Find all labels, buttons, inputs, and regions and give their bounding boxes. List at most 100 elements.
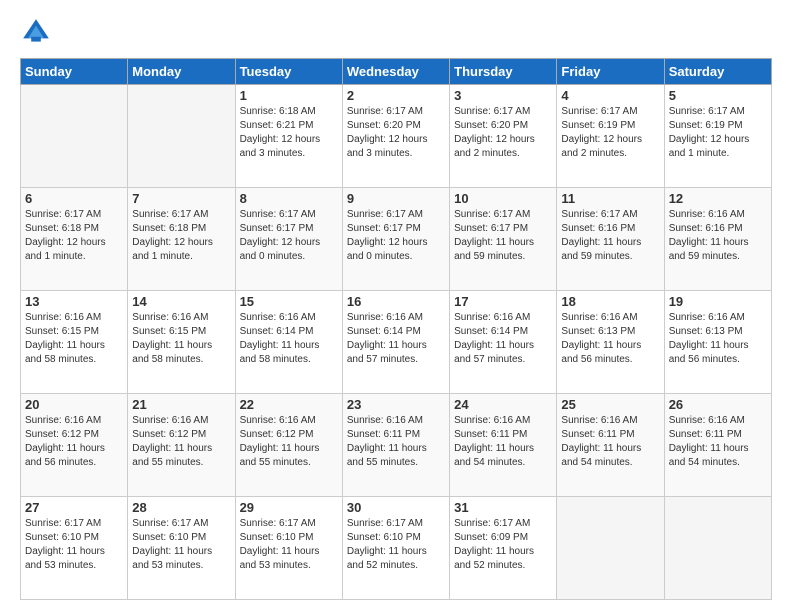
day-info: Sunrise: 6:18 AMSunset: 6:21 PMDaylight:… — [240, 105, 338, 161]
day-info: Sunrise: 6:16 AMSunset: 6:11 PMDaylight:… — [561, 414, 659, 470]
day-number: 29 — [240, 500, 338, 515]
calendar-day: 19 Sunrise: 6:16 AMSunset: 6:13 PMDayligh… — [664, 291, 771, 394]
calendar-day: 3 Sunrise: 6:17 AMSunset: 6:20 PMDaylight… — [450, 85, 557, 188]
day-info: Sunrise: 6:17 AMSunset: 6:10 PMDaylight:… — [25, 517, 123, 573]
calendar-day: 28 Sunrise: 6:17 AMSunset: 6:10 PMDayligh… — [128, 497, 235, 600]
calendar-day: 15 Sunrise: 6:16 AMSunset: 6:14 PMDayligh… — [235, 291, 342, 394]
day-info: Sunrise: 6:17 AMSunset: 6:10 PMDaylight:… — [347, 517, 445, 573]
calendar-day: 22Sunrise: 6:16 AMSunset: 6:12 PMDayligh… — [235, 394, 342, 497]
day-number: 8 — [240, 191, 338, 206]
day-info: Sunrise: 6:16 AMSunset: 6:11 PMDaylight:… — [347, 414, 445, 470]
day-info: Sunrise: 6:16 AMSunset: 6:15 PMDaylight:… — [25, 311, 123, 367]
calendar-day: 23 Sunrise: 6:16 AMSunset: 6:11 PMDayligh… — [342, 394, 449, 497]
calendar-day: 10 Sunrise: 6:17 AMSunset: 6:17 PMDayligh… — [450, 188, 557, 291]
calendar-day: 2Sunrise: 6:17 AMSunset: 6:20 PMDaylight… — [342, 85, 449, 188]
day-number: 16 — [347, 294, 445, 309]
calendar-day: 8 Sunrise: 6:17 AMSunset: 6:17 PMDaylight… — [235, 188, 342, 291]
day-info: Sunrise: 6:16 AMSunset: 6:11 PMDaylight:… — [669, 414, 767, 470]
day-header-tuesday: Tuesday — [235, 59, 342, 85]
calendar-day — [128, 85, 235, 188]
day-number: 5 — [669, 88, 767, 103]
calendar-day: 7Sunrise: 6:17 AMSunset: 6:18 PMDaylight… — [128, 188, 235, 291]
day-number: 1 — [240, 88, 338, 103]
day-header-friday: Friday — [557, 59, 664, 85]
logo-icon — [20, 16, 52, 48]
calendar-day: 9Sunrise: 6:17 AMSunset: 6:17 PMDaylight… — [342, 188, 449, 291]
day-number: 19 — [669, 294, 767, 309]
day-info: Sunrise: 6:17 AMSunset: 6:09 PMDaylight:… — [454, 517, 552, 573]
day-number: 3 — [454, 88, 552, 103]
calendar-day: 16 Sunrise: 6:16 AMSunset: 6:14 PMDayligh… — [342, 291, 449, 394]
calendar-day: 5 Sunrise: 6:17 AMSunset: 6:19 PMDaylight… — [664, 85, 771, 188]
calendar-day — [557, 497, 664, 600]
day-info: Sunrise: 6:17 AMSunset: 6:17 PMDaylight:… — [240, 208, 338, 264]
calendar-header-row: SundayMondayTuesdayWednesdayThursdayFrid… — [21, 59, 772, 85]
day-info: Sunrise: 6:17 AMSunset: 6:18 PMDaylight:… — [25, 208, 123, 264]
day-number: 28 — [132, 500, 230, 515]
day-info: Sunrise: 6:16 AMSunset: 6:11 PMDaylight:… — [454, 414, 552, 470]
calendar-day: 24 Sunrise: 6:16 AMSunset: 6:11 PMDayligh… — [450, 394, 557, 497]
calendar-day: 18 Sunrise: 6:16 AMSunset: 6:13 PMDayligh… — [557, 291, 664, 394]
day-info: Sunrise: 6:17 AMSunset: 6:17 PMDaylight:… — [454, 208, 552, 264]
day-number: 4 — [561, 88, 659, 103]
day-info: Sunrise: 6:17 AMSunset: 6:20 PMDaylight:… — [454, 105, 552, 161]
day-header-sunday: Sunday — [21, 59, 128, 85]
calendar-week-4: 20Sunrise: 6:16 AMSunset: 6:12 PMDayligh… — [21, 394, 772, 497]
calendar-day — [664, 497, 771, 600]
day-number: 31 — [454, 500, 552, 515]
day-number: 2 — [347, 88, 445, 103]
day-header-monday: Monday — [128, 59, 235, 85]
calendar-day: 26 Sunrise: 6:16 AMSunset: 6:11 PMDayligh… — [664, 394, 771, 497]
day-number: 9 — [347, 191, 445, 206]
day-info: Sunrise: 6:16 AMSunset: 6:12 PMDaylight:… — [240, 414, 338, 470]
day-number: 12 — [669, 191, 767, 206]
calendar-day: 27Sunrise: 6:17 AMSunset: 6:10 PMDayligh… — [21, 497, 128, 600]
day-number: 14 — [132, 294, 230, 309]
day-number: 17 — [454, 294, 552, 309]
day-info: Sunrise: 6:16 AMSunset: 6:14 PMDaylight:… — [240, 311, 338, 367]
day-number: 6 — [25, 191, 123, 206]
day-info: Sunrise: 6:17 AMSunset: 6:10 PMDaylight:… — [132, 517, 230, 573]
day-info: Sunrise: 6:16 AMSunset: 6:14 PMDaylight:… — [347, 311, 445, 367]
day-info: Sunrise: 6:16 AMSunset: 6:12 PMDaylight:… — [25, 414, 123, 470]
logo — [20, 16, 54, 48]
calendar-day: 30Sunrise: 6:17 AMSunset: 6:10 PMDayligh… — [342, 497, 449, 600]
day-info: Sunrise: 6:17 AMSunset: 6:19 PMDaylight:… — [669, 105, 767, 161]
calendar-day: 1 Sunrise: 6:18 AMSunset: 6:21 PMDaylight… — [235, 85, 342, 188]
calendar-day — [21, 85, 128, 188]
calendar-day: 14 Sunrise: 6:16 AMSunset: 6:15 PMDayligh… — [128, 291, 235, 394]
day-number: 21 — [132, 397, 230, 412]
day-number: 24 — [454, 397, 552, 412]
day-number: 18 — [561, 294, 659, 309]
calendar-day: 29 Sunrise: 6:17 AMSunset: 6:10 PMDayligh… — [235, 497, 342, 600]
day-header-saturday: Saturday — [664, 59, 771, 85]
day-info: Sunrise: 6:16 AMSunset: 6:12 PMDaylight:… — [132, 414, 230, 470]
calendar-day: 12 Sunrise: 6:16 AMSunset: 6:16 PMDayligh… — [664, 188, 771, 291]
calendar-day: 13Sunrise: 6:16 AMSunset: 6:15 PMDayligh… — [21, 291, 128, 394]
calendar-week-1: 1 Sunrise: 6:18 AMSunset: 6:21 PMDaylight… — [21, 85, 772, 188]
day-header-thursday: Thursday — [450, 59, 557, 85]
day-number: 26 — [669, 397, 767, 412]
calendar-day: 17 Sunrise: 6:16 AMSunset: 6:14 PMDayligh… — [450, 291, 557, 394]
day-header-wednesday: Wednesday — [342, 59, 449, 85]
page: SundayMondayTuesdayWednesdayThursdayFrid… — [0, 0, 792, 612]
day-info: Sunrise: 6:16 AMSunset: 6:13 PMDaylight:… — [561, 311, 659, 367]
calendar-week-3: 13Sunrise: 6:16 AMSunset: 6:15 PMDayligh… — [21, 291, 772, 394]
calendar-day: 4Sunrise: 6:17 AMSunset: 6:19 PMDaylight… — [557, 85, 664, 188]
calendar-day: 25Sunrise: 6:16 AMSunset: 6:11 PMDayligh… — [557, 394, 664, 497]
day-number: 11 — [561, 191, 659, 206]
day-number: 15 — [240, 294, 338, 309]
calendar-week-5: 27Sunrise: 6:17 AMSunset: 6:10 PMDayligh… — [21, 497, 772, 600]
calendar-day: 6 Sunrise: 6:17 AMSunset: 6:18 PMDaylight… — [21, 188, 128, 291]
day-info: Sunrise: 6:16 AMSunset: 6:15 PMDaylight:… — [132, 311, 230, 367]
calendar-week-2: 6 Sunrise: 6:17 AMSunset: 6:18 PMDaylight… — [21, 188, 772, 291]
day-info: Sunrise: 6:16 AMSunset: 6:16 PMDaylight:… — [669, 208, 767, 264]
day-number: 23 — [347, 397, 445, 412]
day-info: Sunrise: 6:17 AMSunset: 6:10 PMDaylight:… — [240, 517, 338, 573]
day-number: 10 — [454, 191, 552, 206]
calendar-day: 20Sunrise: 6:16 AMSunset: 6:12 PMDayligh… — [21, 394, 128, 497]
day-info: Sunrise: 6:16 AMSunset: 6:13 PMDaylight:… — [669, 311, 767, 367]
day-info: Sunrise: 6:16 AMSunset: 6:14 PMDaylight:… — [454, 311, 552, 367]
day-info: Sunrise: 6:17 AMSunset: 6:18 PMDaylight:… — [132, 208, 230, 264]
calendar-day: 21 Sunrise: 6:16 AMSunset: 6:12 PMDayligh… — [128, 394, 235, 497]
